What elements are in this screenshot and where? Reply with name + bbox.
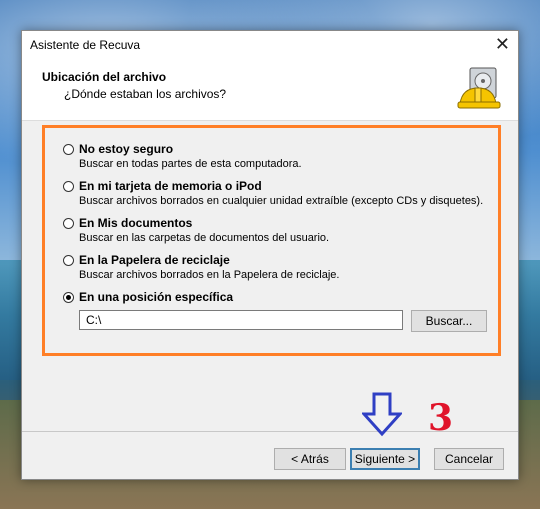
cancel-button[interactable]: Cancelar: [434, 448, 504, 470]
option-label: En mi tarjeta de memoria o iPod: [79, 179, 262, 193]
page-subtitle: ¿Dónde estaban los archivos?: [64, 87, 227, 101]
down-arrow-annotation-icon: [362, 392, 402, 437]
option-label: En la Papelera de reciclaje: [79, 253, 230, 267]
back-button[interactable]: < Atrás: [274, 448, 346, 470]
option-description: Buscar en todas partes de esta computado…: [79, 158, 302, 170]
next-button[interactable]: Siguiente >: [350, 448, 420, 470]
radio-memory-card[interactable]: [63, 181, 74, 192]
recuva-hardhat-drive-icon: [457, 67, 501, 109]
option-description: Buscar archivos borrados en la Papelera …: [79, 269, 340, 281]
radio-recycle-bin[interactable]: [63, 255, 74, 266]
location-options-panel: No estoy seguro Buscar en todas partes d…: [42, 125, 501, 356]
step-number-annotation: 3: [428, 397, 454, 439]
browse-button[interactable]: Buscar...: [411, 310, 487, 332]
option-label: No estoy seguro: [79, 142, 174, 156]
option-label: En Mis documentos: [79, 216, 193, 230]
option-description: Buscar archivos borrados en cualquier un…: [79, 195, 484, 207]
radio-my-documents[interactable]: [63, 218, 74, 229]
option-description: Buscar en las carpetas de documentos del…: [79, 232, 330, 244]
title-bar: Asistente de Recuva ✕: [22, 31, 518, 60]
radio-specific-location[interactable]: [63, 292, 74, 303]
option-label: En una posición específica: [79, 290, 234, 304]
page-title: Ubicación del archivo: [42, 70, 167, 84]
window-title: Asistente de Recuva: [30, 38, 141, 52]
location-path-input[interactable]: [79, 310, 403, 330]
wizard-header: Ubicación del archivo ¿Dónde estaban los…: [22, 60, 518, 121]
radio-not-sure[interactable]: [63, 144, 74, 155]
close-icon[interactable]: ✕: [495, 34, 510, 55]
